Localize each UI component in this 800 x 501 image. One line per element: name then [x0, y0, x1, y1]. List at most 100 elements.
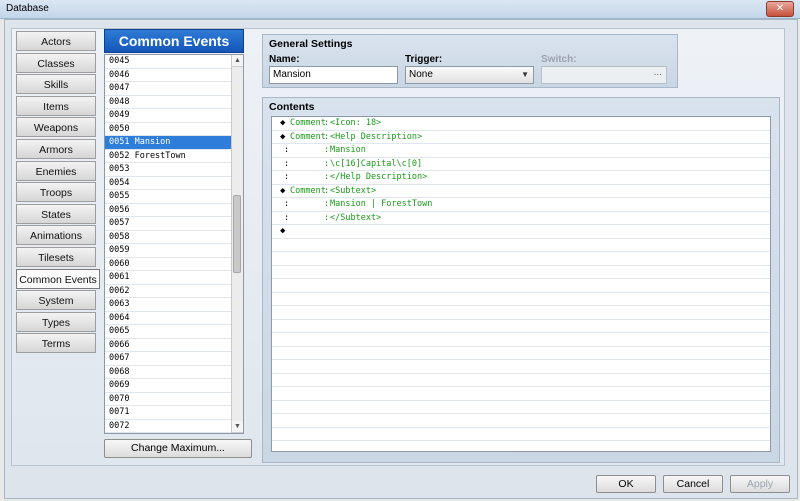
nav-item-states[interactable]: States — [16, 203, 96, 224]
list-item[interactable]: 0070 — [105, 393, 243, 406]
nav-item-armors[interactable]: Armors — [16, 138, 96, 159]
list-item[interactable]: 0055 — [105, 190, 243, 204]
command-diamond-icon: ◆ — [280, 131, 286, 142]
nav-item-weapons[interactable]: Weapons — [16, 117, 96, 138]
command-line[interactable]: ◆ Comment: <Icon: 18> — [272, 117, 770, 131]
nav-item-tilesets[interactable]: Tilesets — [16, 246, 96, 267]
empty-line[interactable] — [272, 401, 770, 414]
empty-line[interactable] — [272, 306, 770, 320]
list-item[interactable]: 0063 — [105, 298, 243, 312]
nav-item-common-events[interactable]: Common Events — [16, 268, 100, 289]
empty-line[interactable] — [272, 239, 770, 252]
contents-panel: Contents ◆ Comment: <Icon: 18> ◆ Comment: <He… — [262, 97, 780, 463]
empty-line[interactable] — [272, 347, 770, 360]
event-command-list[interactable]: ◆ Comment: <Icon: 18> ◆ Comment: <Help Descri… — [271, 116, 771, 452]
empty-line[interactable] — [272, 441, 770, 451]
ok-button[interactable]: OK — [596, 475, 656, 493]
command-separator: : — [324, 212, 330, 223]
list-item[interactable]: 0048 — [105, 96, 243, 109]
list-item[interactable]: 0067 — [105, 352, 243, 366]
list-item[interactable]: 0072 — [105, 420, 243, 433]
apply-button[interactable]: Apply — [730, 475, 790, 493]
empty-line[interactable] — [272, 360, 770, 374]
scroll-up-icon[interactable]: ▲ — [232, 55, 243, 67]
nav-item-terms[interactable]: Terms — [16, 333, 96, 354]
nav-item-skills[interactable]: Skills — [16, 74, 96, 95]
list-item[interactable]: 0068 — [105, 366, 243, 379]
list-item[interactable]: 0061 — [105, 271, 243, 285]
command-text: \c[16]Capital\c[0] — [330, 158, 423, 169]
nav-item-system[interactable]: System — [16, 290, 96, 311]
name-field[interactable]: Mansion — [269, 66, 398, 84]
scroll-thumb[interactable] — [233, 195, 241, 273]
empty-line[interactable] — [272, 333, 770, 347]
database-window: Actors Classes Skills Items Weapons Armors Ene… — [4, 19, 798, 499]
list-item[interactable]: 0069 — [105, 379, 243, 393]
list-item[interactable]: 0065 — [105, 325, 243, 339]
nav-item-items[interactable]: Items — [16, 95, 96, 116]
command-text: Mansion | ForestTown — [330, 199, 433, 209]
command-line[interactable]: ◆ — [272, 225, 770, 239]
nav-item-animations[interactable]: Animations — [16, 225, 96, 246]
list-item[interactable]: 0071 — [105, 406, 243, 420]
command-text: </Subtext> — [330, 212, 382, 223]
empty-line[interactable] — [272, 320, 770, 333]
common-events-list[interactable]: 0045 0046 0047 0048 0049 0050 0051 Mansion 0052… — [104, 54, 244, 434]
list-item[interactable]: 0051 Mansion — [105, 136, 243, 150]
nav-item-actors[interactable]: Actors — [16, 31, 96, 51]
nav-item-enemies[interactable]: Enemies — [16, 160, 96, 181]
empty-line[interactable] — [272, 428, 770, 441]
command-keyword: Comment — [290, 118, 326, 128]
list-item[interactable]: 0053 — [105, 163, 243, 177]
command-line[interactable]: :: </Subtext> — [272, 212, 770, 225]
nav-item-types[interactable]: Types — [16, 311, 96, 332]
empty-line[interactable] — [272, 252, 770, 266]
contents-title: Contents — [269, 101, 315, 113]
list-item[interactable]: 0060 — [105, 258, 243, 271]
list-item[interactable]: 0059 — [105, 244, 243, 258]
empty-line[interactable] — [272, 293, 770, 306]
list-item[interactable]: 0050 — [105, 123, 243, 136]
command-keyword: Comment — [290, 131, 326, 142]
empty-line[interactable] — [272, 266, 770, 279]
list-item[interactable]: 0056 — [105, 204, 243, 217]
nav-item-classes[interactable]: Classes — [16, 52, 96, 73]
empty-line[interactable] — [272, 374, 770, 387]
command-line[interactable]: :: Mansion — [272, 144, 770, 158]
empty-line[interactable] — [272, 387, 770, 401]
list-item[interactable]: 0062 — [105, 285, 243, 298]
command-text: <Help Description> — [330, 131, 423, 142]
command-line[interactable]: ◆ Comment: <Help Description> — [272, 131, 770, 144]
trigger-select[interactable]: None ▼ — [405, 66, 534, 84]
empty-line[interactable] — [272, 279, 770, 293]
list-item[interactable]: 0054 — [105, 177, 243, 190]
list-item[interactable]: 0045 — [105, 55, 243, 69]
command-line[interactable]: :: </Help Description> — [272, 171, 770, 185]
list-item[interactable]: 0066 — [105, 339, 243, 352]
continuation-mark: : — [284, 212, 290, 223]
switch-label: Switch: — [541, 54, 577, 65]
change-maximum-button[interactable]: Change Maximum... — [104, 439, 252, 458]
list-item[interactable]: 0046 — [105, 69, 243, 82]
command-line[interactable]: :: Mansion | ForestTown — [272, 198, 770, 212]
list-item[interactable]: 0064 — [105, 312, 243, 325]
cancel-button[interactable]: Cancel — [663, 475, 723, 493]
chevron-down-icon: ▼ — [521, 70, 529, 79]
scroll-down-icon[interactable]: ▼ — [232, 421, 243, 433]
command-separator: : — [324, 118, 330, 128]
list-item[interactable]: 0058 — [105, 231, 243, 244]
list-item[interactable]: 0047 — [105, 82, 243, 96]
command-separator: : — [324, 185, 330, 196]
list-item[interactable]: 0057 — [105, 217, 243, 231]
command-line[interactable]: :: \c[16]Capital\c[0] — [272, 158, 770, 171]
trigger-value: None — [409, 69, 433, 80]
empty-line[interactable] — [272, 414, 770, 428]
command-line[interactable]: ◆ Comment: <Subtext> — [272, 185, 770, 198]
list-item[interactable]: 0049 — [105, 109, 243, 123]
list-item[interactable]: 0052 ForestTown — [105, 150, 243, 163]
list-scrollbar[interactable]: ▲ ▼ — [231, 55, 243, 433]
command-separator: : — [324, 199, 330, 209]
nav-item-troops[interactable]: Troops — [16, 182, 96, 203]
command-diamond-icon: ◆ — [280, 118, 286, 128]
close-icon[interactable]: ✕ — [766, 1, 794, 17]
